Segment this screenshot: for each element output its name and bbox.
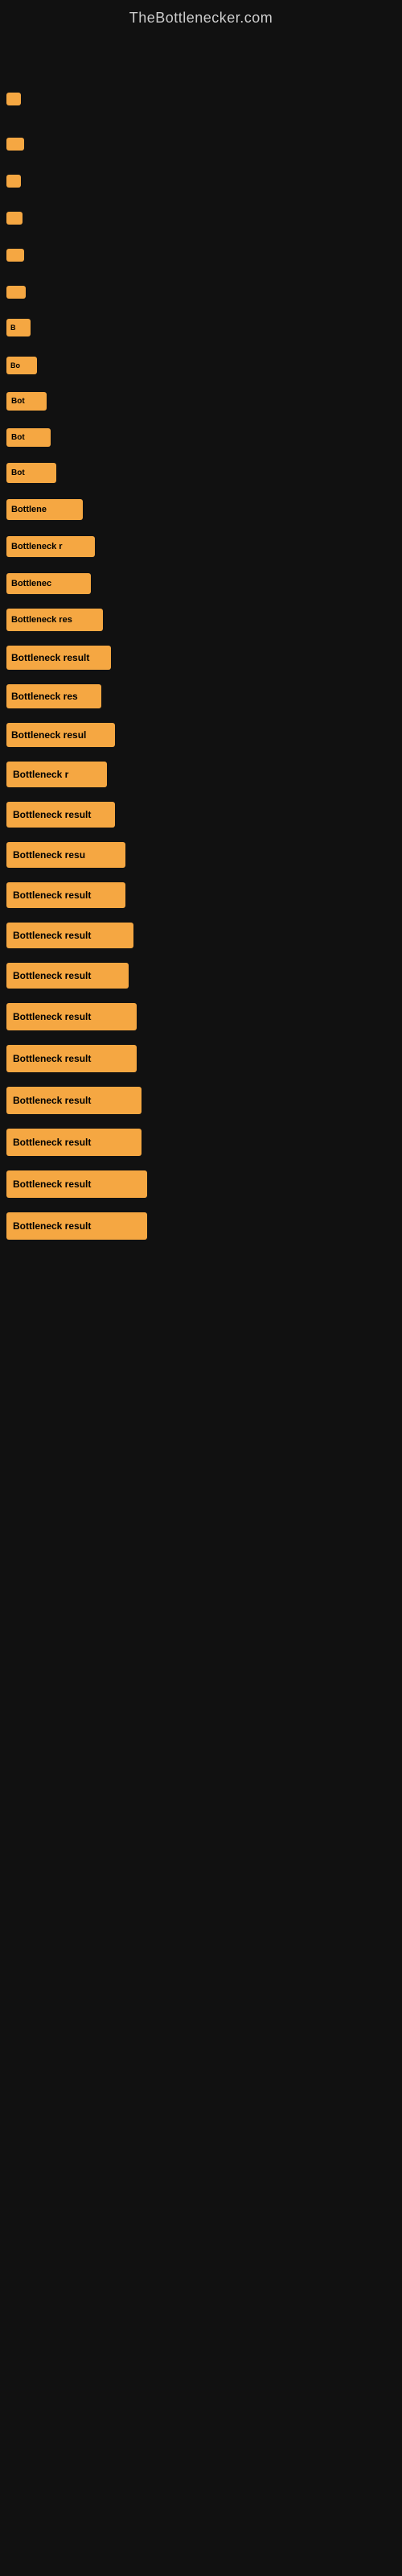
list-item [0,155,402,191]
bottleneck-badge: Bottleneck res [6,684,101,708]
list-item: Bottleneck result [0,873,402,911]
bottleneck-badge: Bot [6,463,56,483]
bottleneck-badge [6,138,24,151]
list-item: Bottlenec [0,562,402,597]
bottleneck-badge: Bottleneck res [6,609,103,631]
content-area: B Bo Bot Bot Bot Bottlene Bottleneck r Bottlene… [0,33,402,1253]
list-item: Bottleneck result [0,636,402,673]
list-item: Bottleneck r [0,752,402,791]
site-title: TheBottlenecker.com [0,0,402,33]
bottleneck-badge [6,249,24,262]
list-item: Bottleneck resul [0,713,402,750]
list-item: Bot [0,452,402,486]
bottleneck-badge: Bottleneck result [6,646,111,670]
list-item: Bottleneck res [0,675,402,712]
bottleneck-badge: Bot [6,428,51,447]
list-item: Bottleneck res [0,599,402,634]
bottleneck-badge: Bottleneck result [6,923,133,948]
list-item: Bottleneck result [0,953,402,992]
bottleneck-badge: Bottleneck result [6,802,115,828]
list-item [0,110,402,154]
list-item: Bot [0,415,402,450]
bottleneck-badge: Bottlenec [6,573,91,594]
bottleneck-badge: Bottlene [6,499,83,520]
bottleneck-badge: Bottleneck r [6,762,107,787]
bottleneck-badge [6,286,26,299]
list-item: Bottleneck result [0,1077,402,1117]
bottleneck-badge: Bottleneck result [6,1045,137,1072]
bottleneck-badge: Bottleneck result [6,963,129,989]
list-item [0,229,402,265]
list-item: Bottleneck result [0,1203,402,1243]
list-item: Bo [0,341,402,378]
list-item: B [0,303,402,340]
list-item: Bottleneck result [0,913,402,952]
list-item: Bottleneck result [0,1035,402,1075]
bottleneck-badge: Bottleneck result [6,1129,142,1156]
list-item: Bottlene [0,488,402,523]
list-item: Bottleneck result [0,792,402,831]
list-item: Bottleneck r [0,525,402,560]
bottleneck-badge: Bottleneck result [6,1087,142,1114]
list-item [0,41,402,109]
list-item: Bottleneck result [0,993,402,1034]
bottleneck-badge: Bottleneck r [6,536,95,557]
list-item: Bottleneck result [0,1161,402,1201]
bottleneck-badge: Bottleneck result [6,882,125,908]
list-item: Bot [0,379,402,414]
bottleneck-badge [6,212,23,225]
bottleneck-badge [6,175,21,188]
bottleneck-badge: Bottleneck resul [6,723,115,747]
list-item [0,192,402,228]
list-item: Bottleneck resu [0,832,402,871]
list-item [0,266,402,302]
bottleneck-badge: Bottleneck resu [6,842,125,868]
bottleneck-badge: B [6,319,31,336]
bottleneck-badge: Bo [6,357,37,374]
bottleneck-badge: Bottleneck result [6,1003,137,1030]
bottleneck-badge: Bottleneck result [6,1170,147,1198]
bottleneck-badge: Bot [6,392,47,411]
bottleneck-badge [6,93,21,105]
list-item: Bottleneck result [0,1119,402,1159]
bottleneck-badge: Bottleneck result [6,1212,147,1240]
